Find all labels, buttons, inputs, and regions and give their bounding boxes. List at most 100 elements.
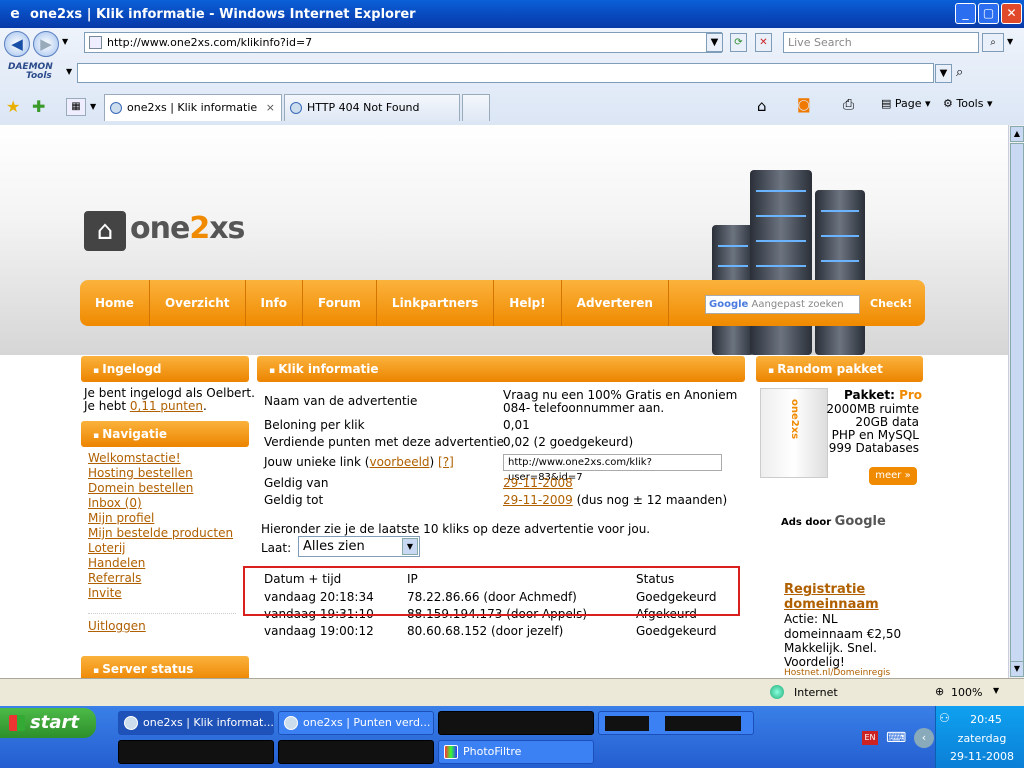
unique-link-field[interactable]: http://www.one2xs.com/klik?user=83&id=7 <box>503 454 722 483</box>
print-icon[interactable]: ⎙ <box>843 97 854 113</box>
ad-text: Actie: NL <box>784 612 838 626</box>
page-content: ⌂ one2xs Home Overzicht Info Forum Linkp… <box>0 125 1008 678</box>
site-logo[interactable]: one2xs <box>130 211 245 246</box>
navigation-list: Welkomstactie! Hosting bestellen Domein … <box>88 451 233 601</box>
zoom-level[interactable]: 100% <box>951 686 982 699</box>
forward-button[interactable]: ▶ <box>33 31 59 57</box>
points-link[interactable]: 0,11 punten <box>130 399 203 413</box>
pakket-spec: 999 Databases <box>828 441 919 455</box>
nav-mijn-bestelde-producten[interactable]: Mijn bestelde producten <box>88 526 233 541</box>
page-menu[interactable]: ▤ Page ▾ <box>881 97 931 110</box>
close-button[interactable]: ✕ <box>1001 3 1022 24</box>
zoom-dropdown-icon[interactable]: ▼ <box>993 686 999 695</box>
tab-close-icon[interactable]: × <box>266 95 275 121</box>
task-redacted[interactable] <box>438 711 594 735</box>
task-photofiltre[interactable]: PhotoFiltre <box>438 740 594 764</box>
geldig-van-link[interactable]: 29-11-2008 <box>503 476 573 490</box>
filter-label: Laat: <box>261 541 292 555</box>
voorbeeld-link[interactable]: voorbeeld <box>369 455 429 469</box>
table-cell: 80.60.68.152 (door jezelf) <box>407 624 564 638</box>
menu-forum[interactable]: Forum <box>303 280 377 326</box>
ad-url[interactable]: Hostnet.nl/Domeinregis <box>784 668 890 678</box>
menu-info[interactable]: Info <box>246 280 303 326</box>
nav-invite[interactable]: Invite <box>88 586 233 601</box>
language-indicator[interactable]: EN <box>862 731 878 745</box>
search-options-icon[interactable]: ▼ <box>1007 37 1013 46</box>
ads-prefix: Ads door <box>781 517 835 528</box>
pakket-spec: PHP en MySQL <box>831 428 919 442</box>
start-button[interactable]: start <box>0 708 96 738</box>
menu-overzicht[interactable]: Overzicht <box>150 280 246 326</box>
browser-toolbar: ◀ ▶ ▼ http://www.one2xs.com/klikinfo?id=… <box>0 28 1024 125</box>
history-dropdown-icon[interactable]: ▼ <box>62 37 68 46</box>
network-users-icon[interactable]: ⚇ <box>939 711 950 725</box>
maximize-button[interactable]: ▢ <box>978 3 999 24</box>
daemon-search-icon[interactable]: ⌕ <box>956 65 963 80</box>
scroll-thumb[interactable] <box>1010 143 1024 663</box>
nav-mijn-profiel[interactable]: Mijn profiel <box>88 511 233 526</box>
daemon-dropdown-icon[interactable]: ▼ <box>66 67 72 76</box>
stop-button[interactable]: ✕ <box>755 33 772 52</box>
clock-time[interactable]: 20:45 <box>956 713 1016 726</box>
minimize-button[interactable]: _ <box>955 3 976 24</box>
add-favorites-icon[interactable]: ✚ <box>32 97 45 116</box>
ad-title[interactable]: domeinnaam <box>784 597 879 612</box>
ads-by-google[interactable]: Ads door Google <box>781 514 886 529</box>
tab-404[interactable]: HTTP 404 Not Found <box>284 94 460 121</box>
help-link[interactable]: [?] <box>438 455 454 469</box>
pakket-line: Pakket: Pro <box>844 388 922 402</box>
info-value: 0,01 <box>503 418 530 432</box>
tab-list-icon[interactable]: ▼ <box>90 102 96 111</box>
rss-feed-icon[interactable]: ◙ <box>797 97 811 113</box>
task-one2xs-punten[interactable]: one2xs | Punten verd... <box>278 711 434 735</box>
live-search-input[interactable]: Live Search <box>783 32 979 53</box>
ad-title[interactable]: Registratie <box>784 582 865 597</box>
nav-inbox[interactable]: Inbox (0) <box>88 496 233 511</box>
ad-text: Makkelijk. Snel. <box>784 641 877 655</box>
address-dropdown-button[interactable]: ▼ <box>706 33 723 52</box>
daemon-tools-logo: DAEMON Tools <box>8 63 53 81</box>
check-button[interactable]: Check! <box>870 297 912 310</box>
menu-home[interactable]: Home <box>80 280 150 326</box>
menu-help[interactable]: Help! <box>494 280 562 326</box>
search-icon[interactable]: ⌕ <box>982 33 1004 52</box>
quick-tabs-icon[interactable]: ▦ <box>66 98 86 116</box>
filter-value: Alles zien <box>303 539 365 554</box>
tray-expand-icon[interactable]: ‹ <box>914 728 934 748</box>
meer-button[interactable]: meer » <box>869 467 917 485</box>
refresh-button[interactable]: ⟳ <box>730 33 747 52</box>
scroll-down-icon[interactable]: ▼ <box>1010 661 1024 677</box>
tab-klik-informatie[interactable]: one2xs | Klik informatie × <box>104 94 282 121</box>
nav-loterij[interactable]: Loterij <box>88 541 233 556</box>
home-icon[interactable]: ⌂ <box>757 97 767 115</box>
task-redacted[interactable] <box>118 740 274 764</box>
nav-welkomstactie[interactable]: Welkomstactie! <box>88 451 233 466</box>
keyboard-icon[interactable]: ⌨ <box>886 730 906 746</box>
nav-domein-bestellen[interactable]: Domein bestellen <box>88 481 233 496</box>
scroll-up-icon[interactable]: ▲ <box>1010 126 1024 142</box>
nav-uitloggen[interactable]: Uitloggen <box>88 619 146 634</box>
nav-handelen[interactable]: Handelen <box>88 556 233 571</box>
daemon-input[interactable] <box>77 63 934 83</box>
geldig-tot-link[interactable]: 29-11-2009 <box>503 493 573 507</box>
logout-wrap: Uitloggen <box>88 619 146 634</box>
points-line: Je hebt 0,11 punten. <box>84 399 207 413</box>
page-scrollbar[interactable]: ▲ ▼ <box>1008 125 1024 678</box>
menu-linkpartners[interactable]: Linkpartners <box>377 280 495 326</box>
tools-menu[interactable]: ⚙ Tools ▾ <box>943 97 993 110</box>
back-button[interactable]: ◀ <box>4 31 30 57</box>
task-partially-redacted[interactable] <box>598 711 754 735</box>
new-tab-button[interactable] <box>462 94 490 121</box>
task-one2xs-klik[interactable]: one2xs | Klik informat... <box>118 711 274 735</box>
nav-hosting-bestellen[interactable]: Hosting bestellen <box>88 466 233 481</box>
nav-referrals[interactable]: Referrals <box>88 571 233 586</box>
favorites-star-icon[interactable]: ★ <box>6 97 20 116</box>
google-search-input[interactable]: Google Aangepast zoeken <box>705 295 860 314</box>
filter-select[interactable]: Alles zien ▼ <box>298 536 420 557</box>
menu-adverteren[interactable]: Adverteren <box>562 280 669 326</box>
task-redacted[interactable] <box>278 740 434 764</box>
one2xs-house-icon: ⌂ <box>84 211 126 251</box>
task-label: PhotoFiltre <box>463 745 522 758</box>
daemon-combo-button[interactable]: ▼ <box>935 64 952 83</box>
address-bar[interactable]: http://www.one2xs.com/klikinfo?id=7 <box>84 32 722 53</box>
